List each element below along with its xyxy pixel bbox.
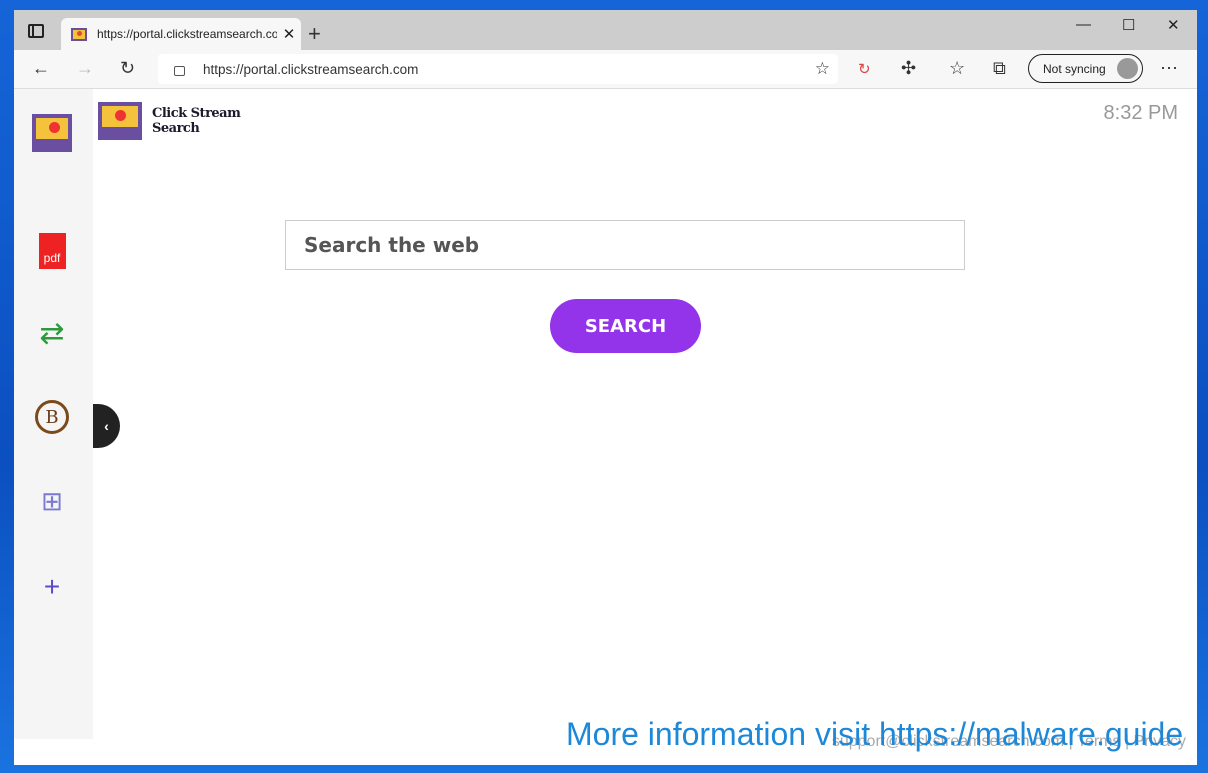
bitcoin-icon[interactable]: B [32, 397, 72, 437]
logo-text-1: Click Stream [152, 106, 241, 121]
tab-actions-icon[interactable] [28, 24, 44, 38]
sidebar: pdf ⇄ B ⊞ + [14, 89, 93, 739]
refresh-icon[interactable]: ↻ [120, 58, 135, 79]
maximize-icon[interactable]: ☐ [1122, 16, 1135, 34]
collapse-sidebar-button[interactable]: ‹ [93, 404, 120, 448]
more-icon[interactable]: ⋯ [1160, 58, 1178, 79]
back-icon[interactable]: ← [32, 58, 50, 79]
toolbar: ← → ↻ https://portal.clickstreamsearch.c… [14, 50, 1197, 89]
search-input[interactable] [285, 220, 965, 270]
favicon-icon [71, 27, 87, 41]
forward-icon[interactable]: → [76, 58, 94, 79]
calculator-icon[interactable]: ⊞ [32, 481, 72, 521]
address-bar[interactable]: https://portal.clickstreamsearch.com ☆ [158, 54, 838, 84]
collections-icon[interactable]: ⧉ [993, 58, 1006, 79]
logo-image [98, 102, 142, 140]
add-icon[interactable]: + [32, 567, 72, 607]
tab-title: https://portal.clickstreamsearch.com [97, 27, 277, 41]
url-text: https://portal.clickstreamsearch.com [203, 61, 419, 77]
favorites-icon[interactable]: ☆ [949, 58, 965, 79]
close-tab-icon[interactable]: ✕ [277, 25, 301, 43]
logo-text-2: Search [152, 121, 200, 136]
tab-active[interactable]: https://portal.clickstreamsearch.com ✕ [61, 18, 301, 50]
search-button[interactable]: SEARCH [550, 299, 701, 353]
close-window-icon[interactable]: ✕ [1167, 16, 1180, 34]
new-tab-icon[interactable]: + [308, 21, 321, 47]
sync-label: Not syncing [1043, 61, 1106, 76]
add-favorite-icon[interactable]: ☆ [815, 59, 830, 79]
extension-icon[interactable]: ↻ [858, 60, 871, 78]
minimize-icon[interactable]: — [1076, 16, 1091, 33]
clock: 8:32 PM [1103, 102, 1178, 124]
site-logo[interactable]: Click Stream Search [98, 102, 241, 140]
watermark: More information visit https://malware.g… [566, 716, 1184, 752]
pdf-icon[interactable]: pdf [32, 231, 72, 271]
sidebar-logo-icon[interactable] [32, 113, 72, 153]
extensions-puzzle-icon[interactable]: ✣ [901, 58, 916, 79]
sync-icon[interactable]: ⇄ [32, 313, 72, 353]
avatar [1117, 58, 1138, 79]
tab-bar: https://portal.clickstreamsearch.com ✕ +… [14, 10, 1197, 50]
lock-icon[interactable] [174, 66, 185, 76]
profile-button[interactable]: Not syncing [1028, 54, 1143, 83]
